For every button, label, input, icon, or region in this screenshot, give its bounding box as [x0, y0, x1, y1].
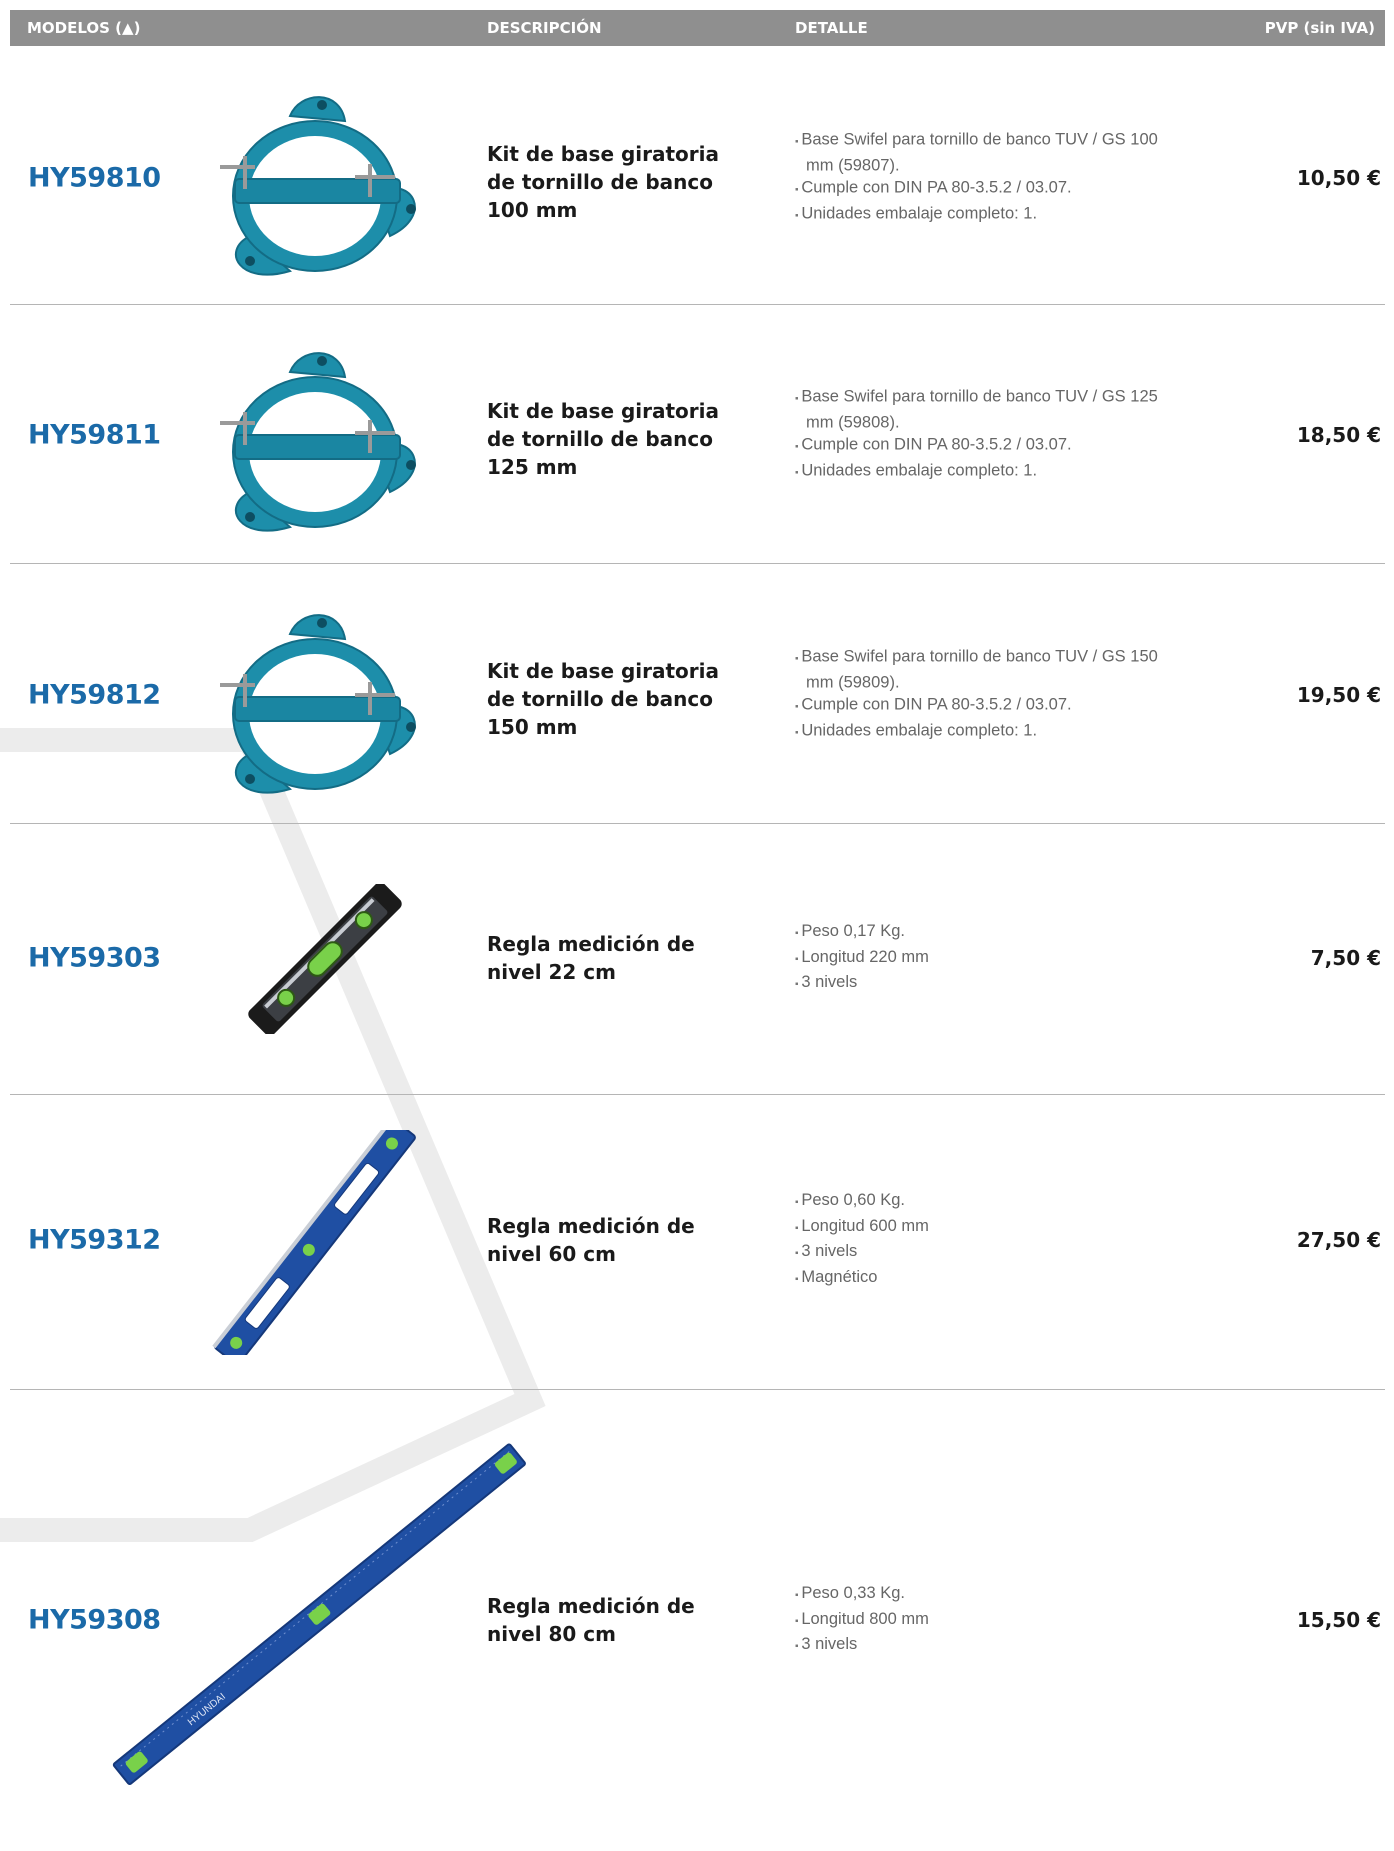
product-price: 10,50 €	[1296, 166, 1381, 190]
product-details: Peso 0,17 Kg. Longitud 220 mm 3 nivels	[795, 920, 1175, 997]
table-row: HY59308 HYUNDAI Regla medición de nivel …	[10, 1390, 1385, 1830]
detail-item: Magnético	[795, 1266, 1175, 1292]
header-model[interactable]: MODELOS (▲)	[27, 19, 140, 37]
detail-item: Peso 0,33 Kg.	[795, 1582, 1175, 1608]
detail-item: Longitud 800 mm	[795, 1607, 1175, 1633]
product-details: Base Swifel para tornillo de banco TUV /…	[795, 386, 1175, 485]
product-description: Regla medición de nivel 80 cm	[487, 1594, 695, 1646]
table-row: HY59312 Regla medición de nivel 60 cm Pe…	[10, 1095, 1385, 1390]
detail-item: Cumple con DIN PA 80-3.5.2 / 03.07.	[795, 434, 1175, 460]
product-code: HY59811	[28, 419, 161, 451]
product-details: Peso 0,60 Kg. Longitud 600 mm 3 nivels M…	[795, 1189, 1175, 1291]
product-description: Kit de base giratoria de tornillo de ban…	[487, 142, 720, 222]
swivel-base-icon	[220, 614, 416, 794]
product-price: 18,50 €	[1296, 423, 1381, 447]
table-row: HY59811 Kit de base giratoria de tornill…	[10, 305, 1385, 564]
product-price: 7,50 €	[1310, 946, 1381, 970]
product-code: HY59810	[28, 162, 161, 194]
detail-item: 3 nivels	[795, 971, 1175, 997]
product-details: Base Swifel para tornillo de banco TUV /…	[795, 646, 1175, 745]
table-row: HY59303 Regla medición de nivel 22 cm Pe…	[10, 824, 1385, 1095]
detail-item: Longitud 220 mm	[795, 945, 1175, 971]
product-code: HY59312	[28, 1224, 161, 1256]
detail-item: 3 nivels	[795, 1633, 1175, 1659]
product-code: HY59812	[28, 679, 161, 711]
torpedo-level-icon	[248, 884, 402, 1034]
swivel-base-icon	[220, 96, 416, 276]
header-description: DESCRIPCIÓN	[487, 19, 602, 37]
product-price: 19,50 €	[1296, 683, 1381, 707]
detail-item: Unidades embalaje completo: 1.	[795, 719, 1175, 745]
detail-item: Base Swifel para tornillo de banco TUV /…	[795, 386, 1175, 434]
table-row: HY59810 Kit de base giratoria de tornill…	[10, 46, 1385, 305]
detail-item: Peso 0,60 Kg.	[795, 1189, 1175, 1215]
long-level-icon: HYUNDAI	[112, 1443, 526, 1785]
detail-item: Unidades embalaje completo: 1.	[795, 459, 1175, 485]
product-description: Regla medición de nivel 22 cm	[487, 932, 695, 984]
box-level-icon	[212, 1130, 416, 1355]
detail-item: Longitud 600 mm	[795, 1215, 1175, 1241]
product-description: Regla medición de nivel 60 cm	[487, 1214, 695, 1266]
detail-item: Peso 0,17 Kg.	[795, 920, 1175, 946]
detail-item: Unidades embalaje completo: 1.	[795, 202, 1175, 228]
product-code: HY59303	[28, 942, 161, 974]
detail-item: 3 nivels	[795, 1240, 1175, 1266]
product-price: 27,50 €	[1296, 1228, 1381, 1252]
product-description: Kit de base giratoria de tornillo de ban…	[487, 659, 720, 739]
detail-item: Base Swifel para tornillo de banco TUV /…	[795, 129, 1175, 177]
table-row: HY59812 Kit de base giratoria de tornill…	[10, 564, 1385, 824]
header-detail: DETALLE	[795, 19, 868, 37]
detail-item: Base Swifel para tornillo de banco TUV /…	[795, 646, 1175, 694]
product-description: Kit de base giratoria de tornillo de ban…	[487, 399, 720, 479]
detail-item: Cumple con DIN PA 80-3.5.2 / 03.07.	[795, 694, 1175, 720]
detail-item: Cumple con DIN PA 80-3.5.2 / 03.07.	[795, 177, 1175, 203]
table-header: MODELOS (▲) DESCRIPCIÓN DETALLE PVP (sin…	[10, 10, 1385, 46]
product-details: Peso 0,33 Kg. Longitud 800 mm 3 nivels	[795, 1582, 1175, 1659]
swivel-base-icon	[220, 352, 416, 532]
header-price: PVP (sin IVA)	[1264, 19, 1375, 37]
product-details: Base Swifel para tornillo de banco TUV /…	[795, 129, 1175, 228]
product-price: 15,50 €	[1296, 1608, 1381, 1632]
